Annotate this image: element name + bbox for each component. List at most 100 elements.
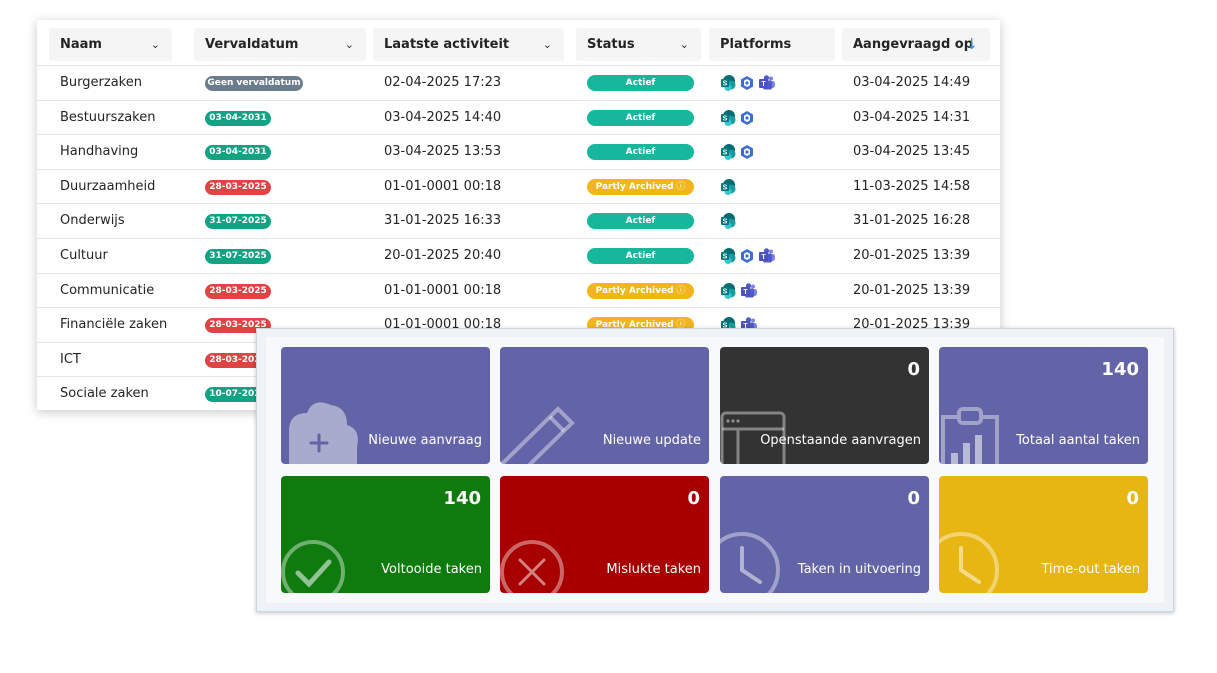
tile-count: 140 (443, 488, 481, 509)
platform-icons: S (720, 109, 758, 129)
column-header-requested[interactable]: Aangevraagd op ↓ (842, 28, 990, 61)
tile-timeout-tasks[interactable]: 0 Time-out taken (939, 476, 1148, 593)
sharepoint-icon: S (720, 282, 740, 302)
tile-total-tasks[interactable]: 140 Totaal aantal taken (939, 347, 1148, 464)
cell-requested-on: 31-01-2025 16:28 (853, 213, 971, 229)
tile-count: 140 (1101, 359, 1139, 380)
column-header-name[interactable]: Naam ⌄ (49, 28, 172, 61)
platform-icons: S (720, 213, 740, 230)
svg-text:S: S (723, 288, 728, 295)
cell-name: ICT (60, 351, 81, 367)
expiry-badge: 31-07-2025 (205, 214, 271, 230)
status-label: Partly Archived (595, 181, 674, 192)
column-header-status[interactable]: Status ⌄ (576, 28, 701, 61)
tile-open-requests[interactable]: 0 Openstaande aanvragen (720, 347, 929, 464)
tile-count: 0 (907, 359, 920, 380)
cell-requested-on: 03-04-2025 14:49 (853, 75, 971, 90)
status-badge: Actief (587, 248, 694, 264)
column-label-requested: Aangevraagd op (853, 37, 974, 52)
status-badge: Actief (587, 213, 694, 230)
status-label: Actief (625, 251, 656, 261)
tile-label: Totaal aantal taken (1016, 433, 1140, 448)
cell-name: Bestuurszaken (60, 109, 156, 125)
cell-last-activity: 03-04-2025 13:53 (384, 144, 502, 160)
status-label: Actief (625, 78, 656, 88)
tile-label: Nieuwe aanvraag (368, 433, 482, 448)
svg-text:T: T (743, 289, 748, 296)
cell-name: Cultuur (60, 248, 108, 263)
cell-last-activity: 20-01-2025 20:40 (384, 248, 502, 263)
chevron-down-icon[interactable]: ⌄ (680, 28, 689, 61)
table-header: Naam ⌄ Vervaldatum ⌄ Laatste activiteit … (37, 20, 1000, 65)
tile-count: 0 (1126, 488, 1139, 509)
expiry-badge: Geen vervaldatum (205, 76, 303, 91)
column-header-activity[interactable]: Laatste activiteit ⌄ (373, 28, 564, 61)
table-row[interactable]: Handhaving 03-04-2031 03-04-2025 13:53 Acti… (37, 134, 1000, 169)
column-header-expiry[interactable]: Vervaldatum ⌄ (194, 28, 366, 61)
sharepoint-icon: S (720, 109, 740, 129)
sharepoint-icon: S (720, 144, 740, 163)
svg-text:S: S (723, 81, 728, 88)
expiry-badge: 28-03-2025 (205, 283, 271, 299)
status-label: Partly Archived (595, 285, 674, 296)
expiry-badge: 31-07-2025 (205, 249, 271, 264)
column-header-platforms[interactable]: Platforms (709, 28, 835, 61)
tile-failed-tasks[interactable]: 0 Mislukte taken (500, 476, 709, 593)
svg-text:S: S (723, 150, 728, 157)
platform-icons: S (720, 144, 758, 163)
platform-icons: ST (720, 248, 780, 264)
tile-count: 0 (907, 488, 920, 509)
chevron-down-icon[interactable]: ⌄ (543, 28, 552, 61)
cell-requested-on: 03-04-2025 13:45 (853, 144, 971, 160)
table-row[interactable]: Burgerzaken Geen vervaldatum 02-04-2025 17… (37, 65, 1000, 100)
svg-text:S: S (723, 184, 728, 191)
sharepoint-icon: S (720, 248, 740, 267)
exchange-icon (740, 110, 758, 129)
chevron-down-icon[interactable]: ⌄ (151, 28, 160, 61)
cell-last-activity: 01-01-0001 00:18 (384, 178, 502, 194)
tile-new-update[interactable]: Nieuwe update (500, 347, 709, 464)
table-row[interactable]: Bestuurszaken 03-04-2031 03-04-2025 14:40 A… (37, 99, 1000, 135)
cell-name: Sociale zaken (60, 386, 149, 402)
cell-last-activity: 01-01-0001 00:18 (384, 282, 502, 298)
status-badge: Partly Archived ⓘ (587, 178, 694, 195)
table-row[interactable]: Communicatie 28-03-2025 01-01-0001 00:18 Pa… (37, 272, 1000, 308)
cell-requested-on: 03-04-2025 14:31 (853, 109, 971, 125)
column-label-expiry: Vervaldatum (205, 37, 299, 52)
platform-icons: ST (720, 282, 762, 302)
table-row[interactable]: Cultuur 31-07-2025 20-01-2025 20:40 Actief S… (37, 238, 1000, 273)
status-badge: Actief (587, 144, 694, 161)
cell-name: Financiële zaken (60, 317, 168, 333)
info-icon[interactable]: ⓘ (674, 182, 685, 192)
platform-icons: ST (720, 75, 780, 91)
cell-name: Handhaving (60, 144, 139, 160)
table-row[interactable]: Duurzaamheid 28-03-2025 01-01-0001 00:18 Pa… (37, 168, 1000, 204)
svg-text:T: T (761, 81, 766, 88)
table-row[interactable]: Onderwijs 31-07-2025 31-01-2025 16:33 Actie… (37, 203, 1000, 238)
cell-last-activity: 02-04-2025 17:23 (384, 75, 502, 90)
teams-icon: T (740, 282, 762, 302)
sharepoint-icon: S (720, 75, 740, 94)
status-badge: Partly Archived ⓘ (587, 282, 694, 299)
sort-descending-icon[interactable]: ↓ (965, 28, 978, 61)
column-label-platforms: Platforms (720, 37, 792, 52)
svg-text:T: T (761, 254, 766, 261)
tile-completed-tasks[interactable]: 140 Voltooide taken (281, 476, 490, 593)
sharepoint-icon: S (720, 178, 740, 198)
status-label: Actief (625, 147, 656, 158)
tile-label: Taken in uitvoering (797, 562, 921, 577)
tile-new-request[interactable]: Nieuwe aanvraag (281, 347, 490, 464)
expiry-badge: 28-03-2025 (205, 179, 271, 195)
tile-running-tasks[interactable]: 0 Taken in uitvoering (720, 476, 929, 593)
chevron-down-icon[interactable]: ⌄ (345, 28, 354, 61)
cell-requested-on: 20-01-2025 13:39 (853, 282, 971, 298)
tile-label: Nieuwe update (602, 433, 701, 448)
status-label: Actief (625, 216, 656, 227)
cell-requested-on: 11-03-2025 14:58 (853, 178, 971, 194)
tile-grid: Nieuwe aanvraag Nieuwe update 0 Openstaande… (266, 337, 1164, 603)
task-dashboard: Nieuwe aanvraag Nieuwe update 0 Openstaande… (256, 328, 1174, 612)
cell-name: Duurzaamheid (60, 178, 156, 194)
status-badge: Actief (587, 75, 694, 91)
tile-label: Openstaande aanvragen (760, 433, 921, 448)
info-icon[interactable]: ⓘ (674, 286, 685, 296)
